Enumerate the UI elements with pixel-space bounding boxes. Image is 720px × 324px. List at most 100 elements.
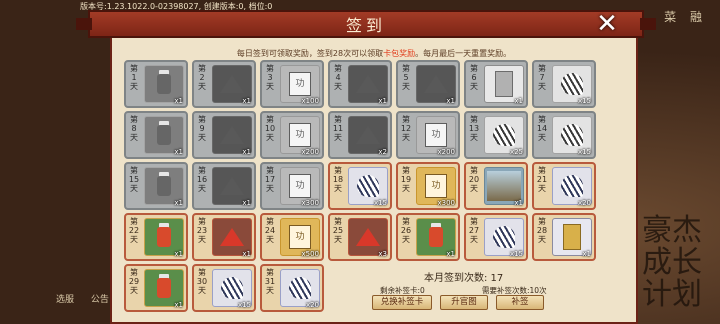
item-quantity: x25 xyxy=(509,148,523,156)
item-quantity: x1 xyxy=(582,250,591,258)
day-cell[interactable]: 第8天 x1 xyxy=(124,111,188,159)
item-quantity: x3 xyxy=(378,250,387,258)
day-label: 第10天 xyxy=(264,115,276,142)
item-quantity: x1 xyxy=(514,97,523,105)
item-quantity: x1 xyxy=(242,97,251,105)
day-label: 第16天 xyxy=(196,166,208,193)
day-label: 第5天 xyxy=(402,64,410,91)
day-label: 第28天 xyxy=(536,217,548,244)
item-quantity: x1 xyxy=(378,97,387,105)
item-quantity: x15 xyxy=(509,250,523,258)
item-quantity: x300 xyxy=(437,199,455,207)
day-cell[interactable]: 第15天 x1 xyxy=(124,162,188,210)
day-cell[interactable]: 第13天 x25 xyxy=(464,111,528,159)
day-label: 第22天 xyxy=(128,217,140,244)
exchange-card-button[interactable]: 兑换补签卡 xyxy=(372,295,432,310)
item-quantity: x20 xyxy=(305,301,319,309)
day-cell[interactable]: 第28天 x1 xyxy=(532,213,596,261)
day-cell[interactable]: 第26天 x1 xyxy=(396,213,460,261)
info-highlight: 卡包奖励 xyxy=(383,49,416,58)
resign-button[interactable]: 补签 xyxy=(496,295,544,310)
day-label: 第4天 xyxy=(334,64,342,91)
day-cell[interactable]: 第10天功 x200 xyxy=(260,111,324,159)
day-cell[interactable]: 第5天 x1 xyxy=(396,60,460,108)
day-cell[interactable]: 第22天 x1 xyxy=(124,213,188,261)
item-quantity: x1 xyxy=(514,199,523,207)
day-cell[interactable]: 第20天 x1 xyxy=(464,162,528,210)
day-label: 第12天 xyxy=(400,115,412,142)
day-label: 第25天 xyxy=(332,217,344,244)
item-quantity: x15 xyxy=(577,148,591,156)
day-cell[interactable]: 第17天功 x300 xyxy=(260,162,324,210)
item-quantity: x1 xyxy=(174,97,183,105)
item-quantity: x300 xyxy=(301,199,319,207)
close-button[interactable]: ✕ xyxy=(592,11,622,38)
day-cell[interactable]: 第14天 x15 xyxy=(532,111,596,159)
day-label: 第15天 xyxy=(128,166,140,193)
day-cell[interactable]: 第6天 x1 xyxy=(464,60,528,108)
day-label: 第6天 xyxy=(470,64,478,91)
day-cell[interactable]: 第30天 x15 xyxy=(192,264,256,312)
day-label: 第13天 xyxy=(468,115,480,142)
day-cell[interactable]: 第23天 x1 xyxy=(192,213,256,261)
day-label: 第17天 xyxy=(264,166,276,193)
day-cell[interactable]: 第12天功 x200 xyxy=(396,111,460,159)
day-cell[interactable]: 第24天功 x500 xyxy=(260,213,324,261)
day-cell[interactable]: 第29天 x1 xyxy=(124,264,188,312)
day-cell[interactable]: 第3天功 x100 xyxy=(260,60,324,108)
day-label: 第30天 xyxy=(196,268,208,295)
day-cell[interactable]: 第1天 x1 xyxy=(124,60,188,108)
day-cell[interactable]: 第27天 x15 xyxy=(464,213,528,261)
day-cell[interactable]: 第4天 x1 xyxy=(328,60,392,108)
day-label: 第11天 xyxy=(332,115,344,142)
item-quantity: x500 xyxy=(301,250,319,258)
day-cell[interactable]: 第9天 x1 xyxy=(192,111,256,159)
reward-info: 每日签到可领取奖励，签到28次可以领取卡包奖励。每月最后一天重置奖励。 xyxy=(112,48,636,59)
top-right-glyph-1: 菜 xyxy=(664,10,677,24)
info-text: 每日签到可领取奖励，签到28次可以领取 xyxy=(236,49,384,58)
day-label: 第9天 xyxy=(198,115,206,142)
day-cell[interactable]: 第25天 x3 xyxy=(328,213,392,261)
day-label: 第31天 xyxy=(264,268,276,295)
day-label: 第7天 xyxy=(538,64,546,91)
day-cell[interactable]: 第21天 x20 xyxy=(532,162,596,210)
upgrade-chart-button[interactable]: 升官图 xyxy=(440,295,488,310)
server-select-label[interactable]: 选服 xyxy=(56,295,74,305)
info-suffix: 。每月最后一天重置奖励。 xyxy=(415,49,512,58)
announcement-label[interactable]: 公告 xyxy=(91,295,109,305)
day-label: 第19天 xyxy=(400,166,412,193)
day-label: 第23天 xyxy=(196,217,208,244)
day-cell[interactable]: 第18天 x15 xyxy=(328,162,392,210)
item-quantity: x1 xyxy=(174,148,183,156)
day-label: 第14天 xyxy=(536,115,548,142)
item-quantity: x20 xyxy=(577,199,591,207)
item-quantity: x100 xyxy=(301,97,319,105)
day-cell[interactable]: 第7天 x15 xyxy=(532,60,596,108)
item-quantity: x15 xyxy=(237,301,251,309)
item-quantity: x2 xyxy=(378,148,387,156)
day-label: 第8天 xyxy=(130,115,138,142)
item-quantity: x200 xyxy=(437,148,455,156)
item-quantity: x1 xyxy=(174,301,183,309)
item-quantity: x1 xyxy=(174,199,183,207)
day-label: 第29天 xyxy=(128,268,140,295)
day-cell[interactable]: 第19天功 x300 xyxy=(396,162,460,210)
dialog-title: 签到 xyxy=(345,16,386,35)
day-label: 第18天 xyxy=(332,166,344,193)
day-cell[interactable]: 第31天 x20 xyxy=(260,264,324,312)
item-quantity: x1 xyxy=(242,250,251,258)
day-label: 第26天 xyxy=(400,217,412,244)
item-quantity: x1 xyxy=(242,148,251,156)
day-cell[interactable]: 第16天 x1 xyxy=(192,162,256,210)
item-quantity: x15 xyxy=(373,199,387,207)
item-quantity: x1 xyxy=(446,250,455,258)
day-cell[interactable]: 第2天 x1 xyxy=(192,60,256,108)
item-quantity: x1 xyxy=(242,199,251,207)
top-right-glyph-2: 融 xyxy=(689,10,702,24)
item-quantity: x15 xyxy=(577,97,591,105)
day-label: 第1天 xyxy=(130,64,138,91)
day-cell[interactable]: 第11天 x2 xyxy=(328,111,392,159)
day-label: 第27天 xyxy=(468,217,480,244)
day-label: 第2天 xyxy=(198,64,206,91)
day-label: 第21天 xyxy=(536,166,548,193)
